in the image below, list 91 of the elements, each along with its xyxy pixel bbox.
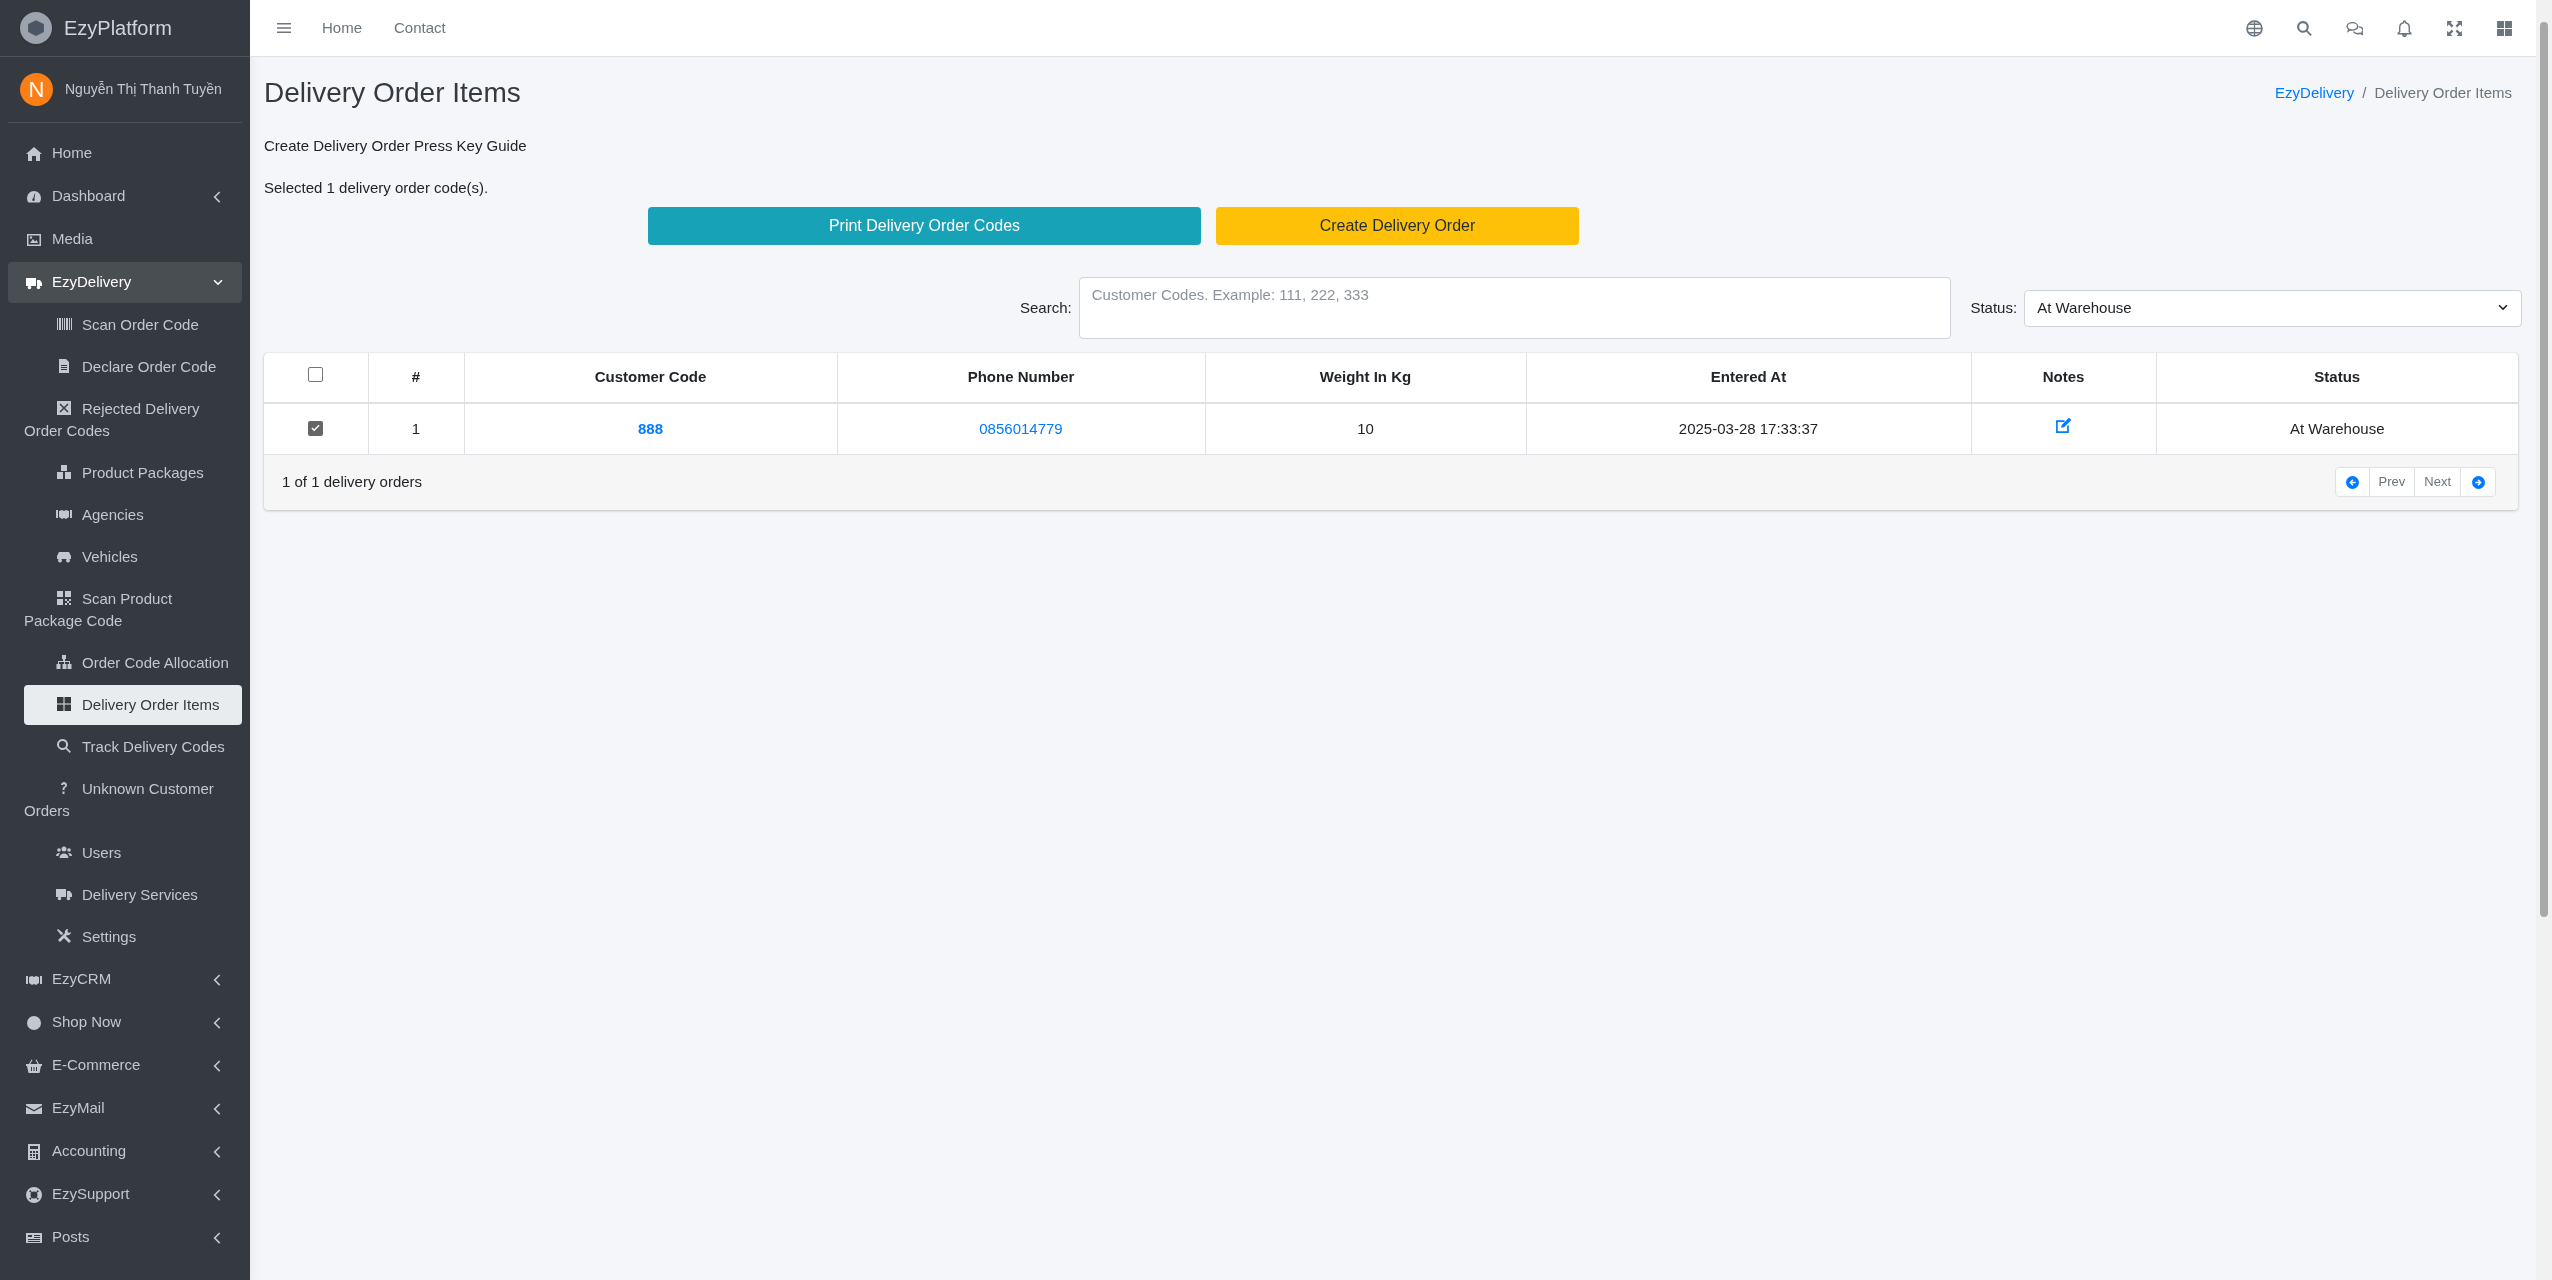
search-icon: [2295, 19, 2313, 37]
sidebar-item[interactable]: EzyDelivery: [8, 262, 242, 303]
brand-name[interactable]: EzyPlatform: [64, 13, 172, 43]
nav-link[interactable]: Home: [310, 16, 374, 40]
sidebar-item[interactable]: EzyCRM: [8, 959, 242, 1000]
sidebar-subitem[interactable]: Scan Order Code: [24, 305, 242, 345]
column-header[interactable]: Notes: [1971, 353, 2156, 403]
sidebar-subitem[interactable]: Unknown Customer Orders: [24, 769, 242, 831]
cube-icon: [27, 19, 45, 37]
breadcrumb-separator: /: [2362, 82, 2367, 103]
sidebar-item[interactable]: EzySupport: [8, 1174, 242, 1215]
lifebuoy-icon: [26, 1186, 42, 1203]
sidebar-subitem[interactable]: Agencies: [24, 495, 242, 535]
sidebar-item[interactable]: Dashboard: [8, 176, 242, 217]
column-header[interactable]: Entered At: [1526, 353, 1971, 403]
status-select[interactable]: At Warehouse: [2024, 289, 2522, 327]
sidebar-item[interactable]: Media: [8, 219, 242, 260]
sidebar-subitem[interactable]: Settings: [24, 917, 242, 957]
page-button[interactable]: Prev: [2369, 468, 2416, 496]
circle-icon: [26, 1014, 42, 1031]
sidebar-subitem[interactable]: Rejected Delivery Order Codes: [24, 389, 242, 451]
search-icon: [56, 738, 72, 754]
customer-code-link[interactable]: 888: [638, 419, 663, 437]
image-icon: [26, 231, 42, 248]
globe-icon: [2245, 19, 2263, 37]
calculator-icon: [26, 1143, 42, 1160]
table-cell: 2025-03-28 17:33:37: [1678, 419, 1819, 437]
menu-icon: [276, 20, 292, 36]
sidebar-subitem[interactable]: Track Delivery Codes: [24, 727, 242, 767]
phone-link[interactable]: 0856014779: [979, 419, 1063, 437]
page-button[interactable]: Next: [2415, 468, 2461, 496]
grid-icon: [56, 696, 72, 712]
nav-link[interactable]: Contact: [382, 16, 458, 40]
table-cell: 1: [411, 419, 421, 437]
grid-icon: [2495, 19, 2513, 37]
tools-icon: [56, 928, 72, 944]
column-header[interactable]: Status: [2156, 353, 2518, 403]
chat-icon: [2345, 19, 2363, 37]
sidebar-item[interactable]: Posts: [8, 1217, 242, 1258]
pagination-summary: 1 of 1 delivery orders: [282, 471, 423, 492]
edit-icon: [2055, 417, 2072, 434]
sidebar-subitem[interactable]: Vehicles: [24, 537, 242, 577]
sidebar-item[interactable]: EzyMail: [8, 1088, 242, 1129]
check-icon: [310, 422, 322, 434]
checkbox[interactable]: [308, 367, 324, 383]
sidebar-subitem[interactable]: Delivery Order Items: [24, 685, 242, 725]
status-label: Status:: [1970, 297, 2018, 318]
users-icon: [56, 844, 72, 860]
search-label: Search:: [1020, 297, 1072, 318]
truck-icon: [56, 886, 72, 902]
boxes-icon: [56, 464, 72, 480]
sitemap-icon: [56, 654, 72, 670]
checkbox[interactable]: [308, 420, 324, 436]
search-field[interactable]: Customer Codes. Example: 111, 222, 333: [1078, 277, 1952, 339]
document-icon: [56, 358, 72, 374]
table-cell: At Warehouse: [2290, 419, 2385, 437]
action-button[interactable]: Create Delivery Order: [1216, 207, 1579, 245]
column-header[interactable]: Customer Code: [464, 353, 837, 403]
qr-code-icon: [56, 590, 72, 606]
sidebar-item[interactable]: E-Commerce: [8, 1045, 242, 1086]
breadcrumb-link[interactable]: EzyDelivery: [2275, 81, 2355, 105]
user-avatar: N: [20, 73, 53, 106]
sidebar-item[interactable]: Shop Now: [8, 1002, 242, 1043]
page-title: Delivery Order Items: [264, 76, 521, 110]
basket-icon: [26, 1057, 42, 1074]
edit-notes-button[interactable]: [2055, 417, 2072, 434]
breadcrumb-current: Delivery Order Items: [2374, 82, 2512, 103]
scrollbar[interactable]: [2536, 0, 2552, 1280]
sidebar-subitem[interactable]: Order Code Allocation: [24, 643, 242, 683]
barcode-icon: [56, 316, 72, 332]
sidebar-subitem[interactable]: Product Packages: [24, 453, 242, 493]
gauge-icon: [26, 188, 42, 205]
sidebar-subitem[interactable]: Users: [24, 833, 242, 873]
column-header[interactable]: #: [368, 353, 464, 403]
table-cell: 10: [1357, 419, 1374, 437]
home-icon: [26, 145, 42, 162]
arrow-left-icon: [2345, 475, 2359, 489]
sidebar-item[interactable]: Accounting: [8, 1131, 242, 1172]
expand-icon: [2445, 19, 2463, 37]
guide-text: Create Delivery Order Press Key Guide: [264, 136, 528, 156]
arrow-right-icon: [2471, 475, 2485, 489]
column-header[interactable]: Phone Number: [837, 353, 1205, 403]
user-name[interactable]: Nguyễn Thị Thanh Tuyền: [65, 79, 222, 100]
bell-icon: [2395, 19, 2413, 37]
sidebar-subitem[interactable]: Scan Product Package Code: [24, 579, 242, 641]
sidebar-subitem[interactable]: Declare Order Code: [24, 347, 242, 387]
column-header[interactable]: Weight In Kg: [1205, 353, 1526, 403]
sidebar-item[interactable]: Home: [8, 133, 242, 174]
close-box-icon: [56, 400, 72, 416]
sidebar-subitem[interactable]: Delivery Services: [24, 875, 242, 915]
selection-text: Selected 1 delivery order code(s).: [264, 177, 490, 198]
